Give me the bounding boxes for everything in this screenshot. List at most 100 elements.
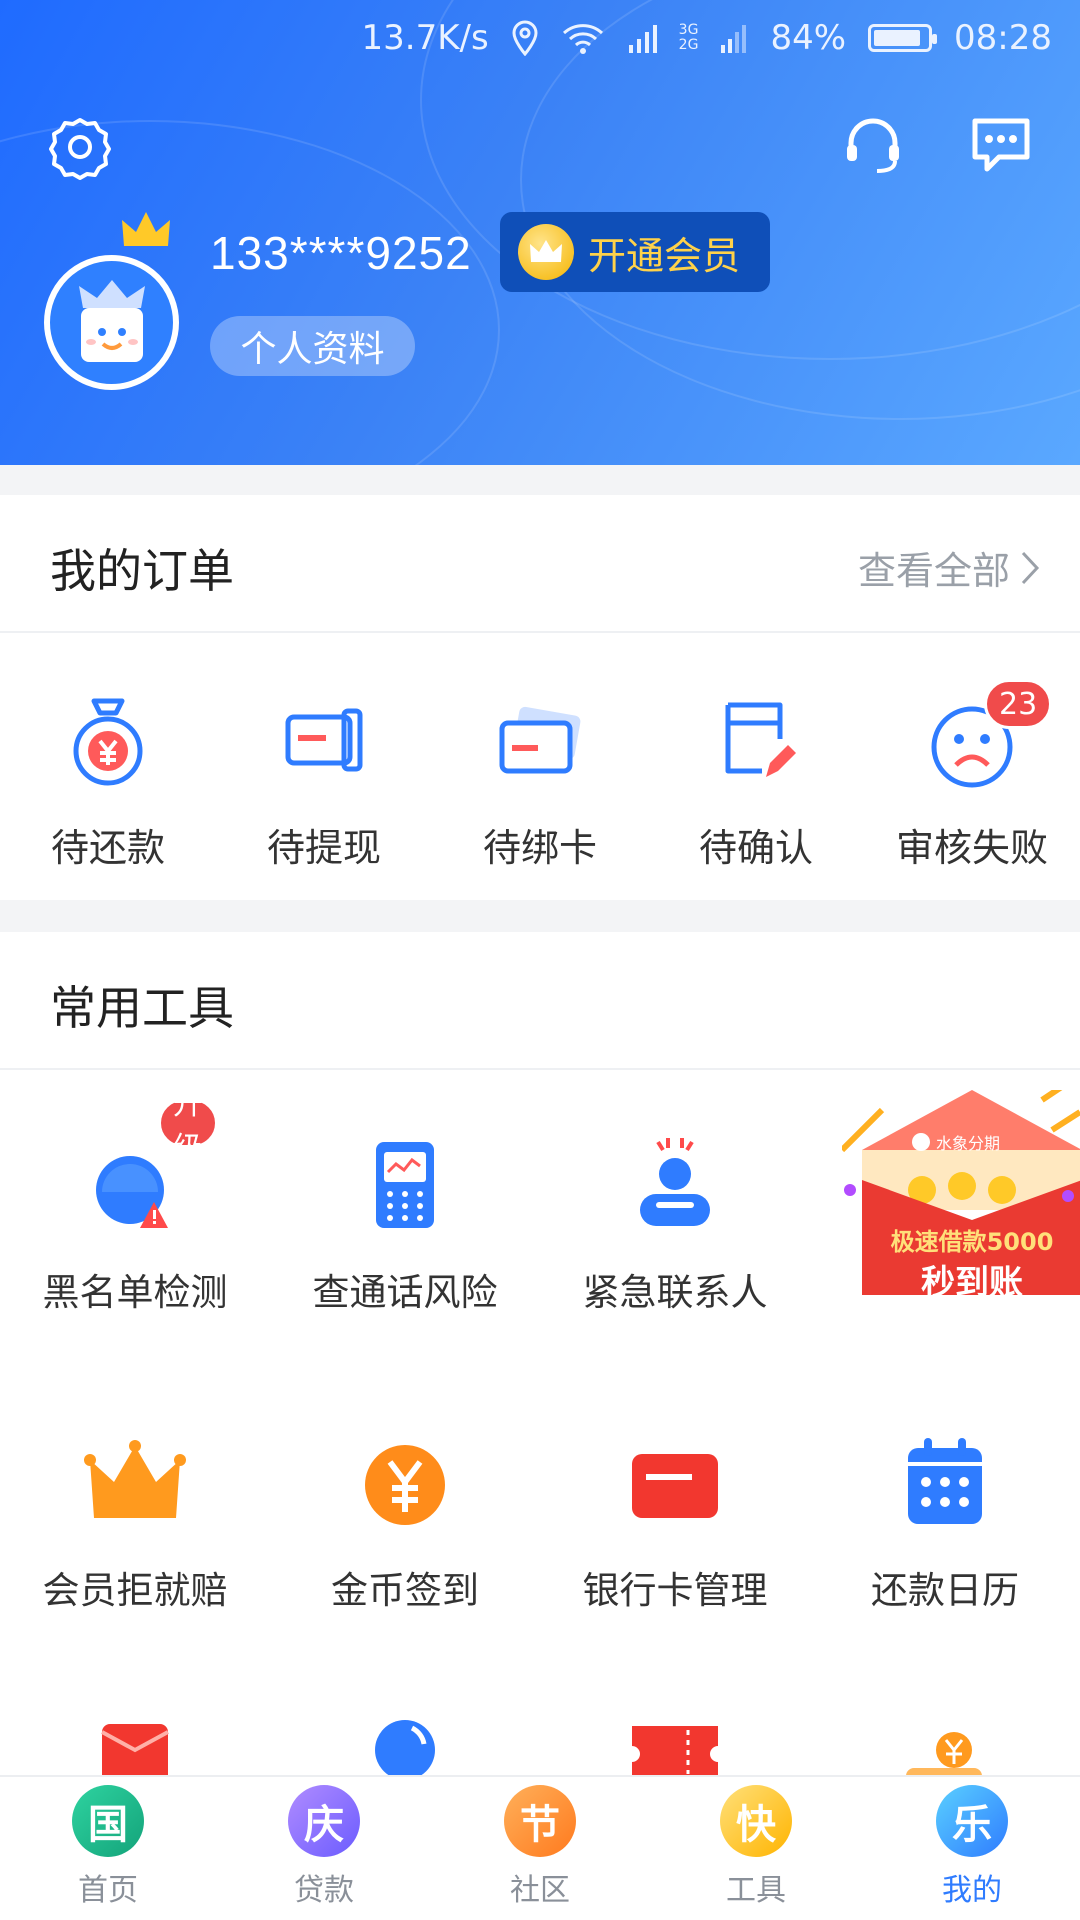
- profile-button[interactable]: 个人资料: [210, 316, 415, 376]
- promo-line1: 极速借款5000: [890, 1228, 1054, 1256]
- order-label: 待还款: [50, 826, 165, 870]
- orders-title: 我的订单: [50, 544, 234, 598]
- net-2g-label: 2G: [678, 37, 699, 53]
- network-type: 3G 2G: [679, 23, 699, 53]
- loan-promo-banner[interactable]: 水象分期 极速借款5000 秒到账: [839, 1077, 1080, 1305]
- open-vip-label: 开通会员: [588, 233, 741, 278]
- tab-char: 乐: [952, 1802, 992, 1848]
- view-all-orders-link[interactable]: 查看全部: [858, 540, 1040, 595]
- tools-tab-icon: 快: [720, 1785, 792, 1857]
- battery-icon: [868, 24, 938, 52]
- phone-risk-icon: [350, 1132, 460, 1242]
- bank-card-icon: [490, 693, 590, 793]
- tool-label: 紧急联系人: [582, 1271, 768, 1314]
- status-bar: 13.7K/s 3G 2G 84% 08:28: [0, 0, 1080, 80]
- avatar-robot-icon: [78, 279, 145, 362]
- tool-label: 金币签到: [331, 1569, 479, 1612]
- coin-icon: [350, 1430, 460, 1540]
- bottom-tab-bar: 国 首页 庆 贷款 节 社区 快 工具 乐 我的: [0, 1775, 1080, 1920]
- order-label: 待提现: [266, 826, 381, 870]
- view-all-label: 查看全部: [857, 549, 1010, 593]
- tab-loan[interactable]: 庆 贷款: [216, 1785, 432, 1909]
- tab-label: 社区: [510, 1873, 570, 1908]
- divider: [0, 1068, 1080, 1070]
- blue-orb-icon[interactable]: [372, 1710, 438, 1775]
- loan-tab-icon: 庆: [288, 1785, 360, 1857]
- location-icon: [512, 20, 538, 56]
- tab-mine[interactable]: 乐 我的: [864, 1785, 1080, 1909]
- order-label: 审核失败: [895, 826, 1048, 870]
- sad-face-icon: 23: [922, 679, 1053, 793]
- message-icon[interactable]: [968, 112, 1034, 178]
- tab-char: 快: [736, 1802, 776, 1848]
- community-tab-icon: 节: [504, 1785, 576, 1857]
- tab-label: 工具: [726, 1873, 786, 1908]
- settings-icon[interactable]: [45, 112, 115, 182]
- order-review-failed[interactable]: 23 审核失败: [872, 679, 1072, 872]
- promo-brand: 水象分期: [912, 1130, 1000, 1154]
- promo-brand-text: 水象分期: [936, 1134, 1001, 1153]
- blacklist-icon: 升级: [80, 1087, 218, 1242]
- order-pending-confirm[interactable]: 待确认: [656, 693, 856, 872]
- vip-crown-coin-icon: [518, 224, 574, 280]
- network-speed: 13.7K/s: [361, 18, 489, 58]
- upgrade-badge: 升级: [158, 1087, 218, 1166]
- chevron-right-icon: [1021, 551, 1040, 584]
- order-label: 待绑卡: [482, 826, 597, 870]
- avatar[interactable]: [44, 255, 179, 390]
- tool-call-risk[interactable]: 查通话风险: [280, 1132, 530, 1316]
- tool-label: 会员拒就赔: [42, 1569, 228, 1612]
- tool-vip-guarantee[interactable]: 会员拒就赔: [10, 1430, 260, 1614]
- tool-label: 还款日历: [871, 1569, 1019, 1612]
- tab-char: 节: [520, 1802, 560, 1848]
- withdraw-icon: [274, 693, 374, 793]
- tool-blacklist-check[interactable]: 升级 黑名单检测: [10, 1087, 260, 1316]
- review-failed-badge: 23: [984, 679, 1053, 729]
- tool-repay-calendar[interactable]: 还款日历: [820, 1430, 1070, 1614]
- order-pending-bind-card[interactable]: 待绑卡: [440, 693, 640, 872]
- tab-home[interactable]: 国 首页: [0, 1785, 216, 1909]
- card-manage-icon: [620, 1430, 730, 1540]
- customer-service-icon[interactable]: [840, 112, 906, 178]
- clock: 08:28: [954, 18, 1052, 58]
- tool-emergency-contact[interactable]: 紧急联系人: [550, 1132, 800, 1316]
- tab-label: 我的: [942, 1873, 1002, 1908]
- tool-label: 黑名单检测: [42, 1271, 228, 1314]
- signal-icon: [628, 25, 657, 53]
- home-tab-icon: 国: [72, 1785, 144, 1857]
- signal-icon-2: [721, 25, 747, 53]
- wifi-icon: [562, 24, 603, 54]
- orders-card: 我的订单 查看全部 待还款 待提现 待绑卡 待确认 23 审核失败: [0, 495, 1080, 900]
- coin-hand-icon[interactable]: [902, 1728, 988, 1775]
- calendar-icon: [890, 1430, 1000, 1540]
- open-vip-button[interactable]: 开通会员: [500, 212, 770, 292]
- tab-char: 国: [88, 1802, 128, 1848]
- tools-card: 常用工具 升级 黑名单检测 查通话风险 紧急联系人 水象分期 极速借款5000 …: [0, 932, 1080, 1775]
- crown-icon: [80, 1430, 190, 1540]
- tool-label: 查通话风险: [312, 1271, 498, 1314]
- red-packet-icon[interactable]: [100, 1710, 170, 1775]
- promo-line2: 秒到账: [921, 1263, 1023, 1303]
- confirm-doc-icon: [706, 693, 806, 793]
- order-pending-withdraw[interactable]: 待提现: [224, 693, 424, 872]
- tool-label: 银行卡管理: [582, 1569, 768, 1612]
- money-bag-icon: [58, 693, 158, 793]
- battery-percent: 84%: [770, 18, 847, 58]
- profile-header: 13.7K/s 3G 2G 84% 08:28 133****9252 开通会员: [0, 0, 1080, 465]
- ticket-icon[interactable]: [632, 1722, 718, 1775]
- tab-community[interactable]: 节 社区: [432, 1785, 648, 1909]
- tab-label: 首页: [78, 1873, 138, 1908]
- order-pending-repay[interactable]: 待还款: [8, 693, 208, 872]
- tool-coin-checkin[interactable]: 金币签到: [280, 1430, 530, 1614]
- tab-label: 贷款: [294, 1873, 354, 1908]
- order-label: 待确认: [698, 826, 813, 870]
- user-phone: 133****9252: [210, 227, 472, 279]
- mine-tab-icon: 乐: [936, 1785, 1008, 1857]
- net-3g-label: 3G: [678, 22, 699, 38]
- divider: [0, 631, 1080, 633]
- contact-icon: [620, 1132, 730, 1242]
- tool-bank-card-manage[interactable]: 银行卡管理: [550, 1430, 800, 1614]
- promo-brand-icon: [912, 1133, 930, 1151]
- tab-char: 庆: [304, 1802, 344, 1848]
- tab-tools[interactable]: 快 工具: [648, 1785, 864, 1909]
